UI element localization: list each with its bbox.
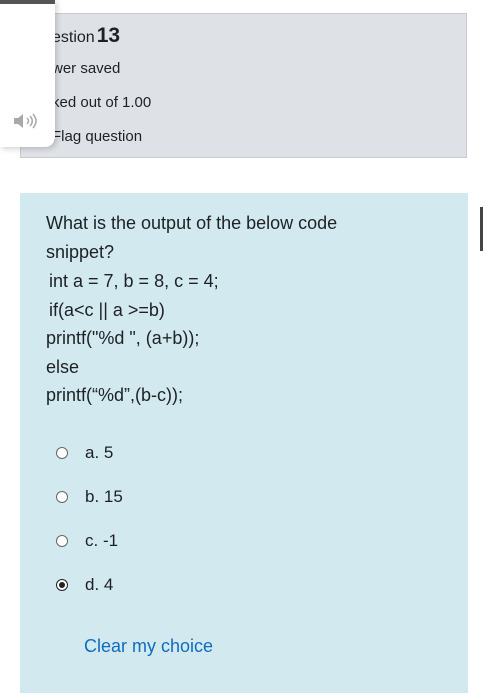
question-state: wer saved [52, 60, 121, 77]
answer-option-label: c. -1 [85, 531, 119, 550]
speaker-icon[interactable] [12, 113, 46, 129]
side-panel [0, 0, 55, 147]
question-text-line-2: snippet? [46, 242, 115, 262]
radio-button[interactable] [56, 447, 68, 459]
question-number: 13 [96, 24, 121, 47]
radio-button[interactable] [56, 491, 68, 503]
question-text-line-1: What is the output of the below code [46, 213, 338, 233]
code-line-declaration: int a = 7, b = 8, c = 4; [49, 271, 219, 291]
answer-option-label: d. 4 [85, 575, 114, 594]
question-word: estion [52, 29, 95, 46]
code-line-printf-1: printf("%d ", (a+b)); [46, 328, 200, 348]
answer-option-c[interactable]: c. -1 [56, 529, 118, 553]
code-line-if: if(a<c || a >=b) [49, 300, 165, 320]
question-grade: ked out of 1.00 [52, 94, 152, 111]
answer-option-b[interactable]: b. 15 [56, 485, 123, 509]
code-line-else: else [46, 357, 80, 377]
question-title: estion13 [52, 24, 120, 48]
answer-option-label: b. 15 [85, 487, 123, 506]
answer-option-a[interactable]: a. 5 [56, 441, 113, 465]
scrollbar[interactable] [480, 207, 483, 251]
radio-button[interactable] [56, 535, 68, 547]
answer-option-d[interactable]: d. 4 [56, 573, 113, 597]
flag-question-link[interactable]: Flag question [52, 128, 142, 145]
clear-choice-link[interactable]: Clear my choice [84, 636, 213, 657]
side-panel-top-bar [0, 0, 55, 4]
code-line-printf-2: printf(“%d”,(b-c)); [46, 385, 184, 405]
radio-button-selected[interactable] [56, 579, 68, 591]
answer-option-label: a. 5 [85, 443, 114, 462]
question-content: What is the output of the below code sni… [20, 193, 468, 693]
